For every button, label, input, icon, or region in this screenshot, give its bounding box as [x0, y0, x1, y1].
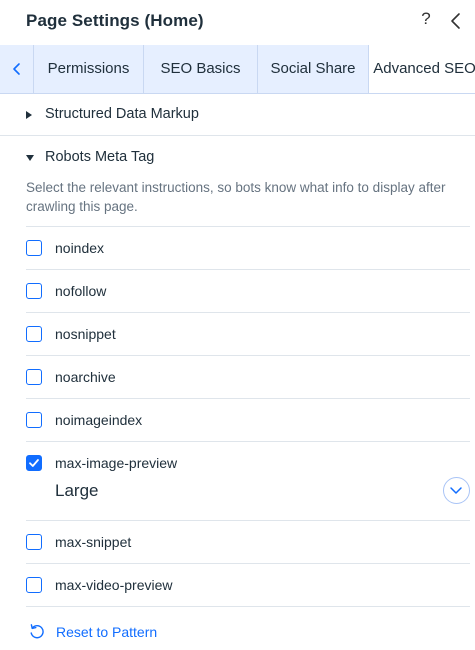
- reset-to-pattern-label: Reset to Pattern: [56, 624, 158, 640]
- tab-social-share[interactable]: Social Share: [257, 45, 368, 93]
- nosnippet-checkbox[interactable]: [26, 326, 42, 342]
- checkmark-icon: [29, 459, 39, 467]
- noimageindex-checkbox[interactable]: [26, 412, 42, 428]
- max-image-preview-select-value[interactable]: Large: [55, 481, 98, 501]
- nosnippet-label: nosnippet: [55, 326, 116, 342]
- nofollow-label: nofollow: [55, 283, 107, 299]
- section-divider: [0, 135, 475, 136]
- max-video-preview-label: max-video-preview: [55, 577, 173, 593]
- noindex-checkbox[interactable]: [26, 240, 42, 256]
- chevron-left-icon: [13, 63, 20, 75]
- tab-bar: Permissions SEO Basics Social Share Adva…: [0, 45, 475, 94]
- robots-description: Select the relevant instructions, so bot…: [26, 180, 446, 214]
- noarchive-checkbox[interactable]: [26, 369, 42, 385]
- max-snippet-label: max-snippet: [55, 534, 132, 550]
- page-title: Page Settings (Home): [26, 11, 204, 30]
- section-structured-data-label: Structured Data Markup: [45, 106, 199, 122]
- max-image-preview-checkbox[interactable]: [26, 455, 42, 471]
- section-robots-label: Robots Meta Tag: [45, 149, 155, 165]
- tab-advanced-seo[interactable]: Advanced SEO: [368, 45, 475, 93]
- option-row-nofollow: nofollow: [0, 270, 475, 313]
- tab-seo-basics[interactable]: SEO Basics: [143, 45, 257, 93]
- caret-down-icon: [26, 155, 34, 161]
- chevron-left-icon: [451, 13, 460, 29]
- panel-header: Page Settings (Home) ?: [0, 0, 475, 44]
- chevron-down-icon: [450, 487, 462, 494]
- option-row-noimageindex: noimageindex: [0, 399, 475, 442]
- option-row-noindex: noindex: [0, 227, 475, 270]
- option-row-max-snippet: max-snippet: [0, 521, 475, 564]
- option-row-nosnippet: nosnippet: [0, 313, 475, 356]
- row-divider: [26, 606, 470, 607]
- tab-scroll-left-button[interactable]: [4, 45, 30, 93]
- noindex-label: noindex: [55, 240, 105, 256]
- noimageindex-label: noimageindex: [55, 412, 143, 428]
- option-row-noarchive: noarchive: [0, 356, 475, 399]
- help-button[interactable]: ?: [417, 9, 435, 33]
- option-row-max-video-preview: max-video-preview: [0, 564, 475, 607]
- noarchive-label: noarchive: [55, 369, 116, 385]
- section-robots-toggle[interactable]: Robots Meta Tag: [0, 149, 475, 169]
- max-video-preview-checkbox[interactable]: [26, 577, 42, 593]
- max-image-preview-dropdown-button[interactable]: [443, 477, 470, 504]
- nofollow-checkbox[interactable]: [26, 283, 42, 299]
- section-structured-data-toggle[interactable]: Structured Data Markup: [0, 106, 475, 126]
- tab-permissions[interactable]: Permissions: [33, 45, 143, 93]
- undo-icon: [30, 624, 44, 639]
- max-snippet-checkbox[interactable]: [26, 534, 42, 550]
- max-image-preview-label: max-image-preview: [55, 455, 178, 471]
- caret-right-icon: [26, 111, 32, 119]
- back-button[interactable]: [446, 9, 466, 33]
